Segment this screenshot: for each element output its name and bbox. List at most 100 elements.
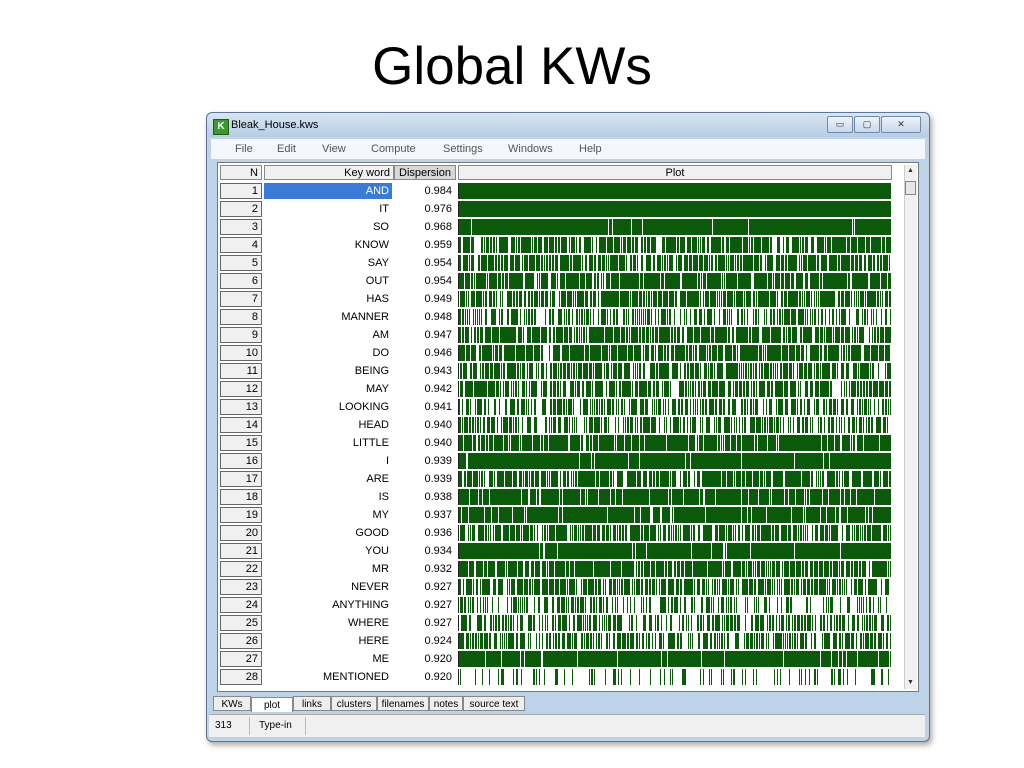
plot-hit-mark: [887, 219, 888, 235]
row-number[interactable]: 1: [220, 183, 262, 199]
plot-hit-mark: [604, 417, 605, 433]
row-number[interactable]: 13: [220, 399, 262, 415]
table-row[interactable]: 16 I 0.939: [218, 453, 918, 471]
keyword-cell[interactable]: LOOKING: [264, 399, 392, 415]
table-row[interactable]: 12 MAY 0.942: [218, 381, 918, 399]
keyword-cell[interactable]: HEAD: [264, 417, 392, 433]
keyword-cell[interactable]: SO: [264, 219, 392, 235]
header-n[interactable]: N: [220, 165, 262, 180]
plot-hit-mark: [853, 255, 854, 271]
row-number[interactable]: 8: [220, 309, 262, 325]
plot-hit-mark: [521, 399, 522, 415]
row-number[interactable]: 5: [220, 255, 262, 271]
table-row[interactable]: 4 KNOW 0.959: [218, 237, 918, 255]
plot-hit-mark: [869, 381, 870, 397]
menu-file[interactable]: File: [235, 143, 253, 155]
plot-hit-mark: [586, 309, 587, 325]
keyword-cell[interactable]: AND: [264, 183, 392, 199]
row-number[interactable]: 9: [220, 327, 262, 343]
plot-hit-mark: [871, 435, 872, 451]
close-button[interactable]: ✕: [881, 116, 921, 133]
menu-windows[interactable]: Windows: [508, 143, 553, 155]
keyword-cell[interactable]: MANNER: [264, 309, 392, 325]
minimize-button[interactable]: ▭: [827, 116, 853, 133]
plot-hit-mark: [696, 219, 697, 235]
plot-hit-mark: [535, 327, 536, 343]
keyword-cell[interactable]: LITTLE: [264, 435, 392, 451]
plot-hit-mark: [817, 201, 818, 217]
row-number[interactable]: 3: [220, 219, 262, 235]
title-bar[interactable]: K Bleak_House.kws ▭ ▢ ✕: [207, 113, 929, 137]
row-number[interactable]: 7: [220, 291, 262, 307]
header-plot[interactable]: Plot: [458, 165, 892, 180]
table-row[interactable]: 6 OUT 0.954: [218, 273, 918, 291]
plot-hit-mark: [525, 237, 526, 253]
table-row[interactable]: 8 MANNER 0.948: [218, 309, 918, 327]
keyword-cell[interactable]: IT: [264, 201, 392, 217]
plot-hit-mark: [516, 345, 517, 361]
table-row[interactable]: 10 DO 0.946: [218, 345, 918, 363]
row-number[interactable]: 10: [220, 345, 262, 361]
plot-hit-mark: [781, 435, 782, 451]
table-row[interactable]: 9 AM 0.947: [218, 327, 918, 345]
row-number[interactable]: 15: [220, 435, 262, 451]
keyword-cell[interactable]: SAY: [264, 255, 392, 271]
table-row[interactable]: 11 BEING 0.943: [218, 363, 918, 381]
keyword-cell[interactable]: BEING: [264, 363, 392, 379]
table-row[interactable]: 14 HEAD 0.940: [218, 417, 918, 435]
table-row[interactable]: 1 AND 0.984: [218, 183, 918, 201]
plot-hit-mark: [696, 183, 697, 199]
table-row[interactable]: 7 HAS 0.949: [218, 291, 918, 309]
keyword-cell[interactable]: I: [264, 453, 392, 469]
row-number[interactable]: 6: [220, 273, 262, 289]
header-dispersion[interactable]: Dispersion: [394, 165, 456, 180]
plot-hit-mark: [782, 201, 783, 217]
table-row[interactable]: 5 SAY 0.954: [218, 255, 918, 273]
plot-hit-mark: [636, 345, 637, 361]
plot-hit-mark: [709, 381, 710, 397]
plot-hit-mark: [712, 327, 713, 343]
plot-hit-mark: [778, 237, 779, 253]
table-row[interactable]: 3 SO 0.968: [218, 219, 918, 237]
menu-settings[interactable]: Settings: [443, 143, 483, 155]
table-row[interactable]: 15 LITTLE 0.940: [218, 435, 918, 453]
menu-view[interactable]: View: [322, 143, 346, 155]
plot-hit-mark: [501, 183, 502, 199]
plot-hit-mark: [781, 201, 782, 217]
maximize-button[interactable]: ▢: [854, 116, 880, 133]
table-row[interactable]: 2 IT 0.976: [218, 201, 918, 219]
row-number[interactable]: 12: [220, 381, 262, 397]
plot-hit-mark: [610, 255, 611, 271]
plot-hit-mark: [689, 291, 690, 307]
keyword-cell[interactable]: MAY: [264, 381, 392, 397]
row-number[interactable]: 14: [220, 417, 262, 433]
keyword-cell[interactable]: KNOW: [264, 237, 392, 253]
plot-hit-mark: [542, 183, 543, 199]
keyword-cell[interactable]: OUT: [264, 273, 392, 289]
plot-hit-mark: [752, 417, 753, 433]
keyword-cell[interactable]: AM: [264, 327, 392, 343]
plot-hit-mark: [465, 273, 466, 289]
menu-edit[interactable]: Edit: [277, 143, 296, 155]
keyword-cell[interactable]: HAS: [264, 291, 392, 307]
plot-hit-mark: [799, 291, 800, 307]
plot-hit-mark: [465, 435, 466, 451]
plot-hit-mark: [725, 345, 726, 361]
row-number[interactable]: 11: [220, 363, 262, 379]
plot-hit-mark: [669, 219, 670, 235]
row-number[interactable]: 16: [220, 453, 262, 469]
plot-hit-mark: [489, 345, 490, 361]
table-row[interactable]: 13 LOOKING 0.941: [218, 399, 918, 417]
row-number[interactable]: 4: [220, 237, 262, 253]
header-keyword[interactable]: Key word: [264, 165, 394, 180]
plot-hit-mark: [526, 399, 527, 415]
plot-hit-mark: [742, 219, 743, 235]
row-number[interactable]: 2: [220, 201, 262, 217]
menu-compute[interactable]: Compute: [371, 143, 416, 155]
keyword-cell[interactable]: DO: [264, 345, 392, 361]
plot-hit-mark: [493, 417, 494, 433]
plot-hit-mark: [618, 219, 619, 235]
plot-hit-mark: [787, 273, 788, 289]
plot-hit-mark: [601, 219, 602, 235]
menu-help[interactable]: Help: [579, 143, 602, 155]
